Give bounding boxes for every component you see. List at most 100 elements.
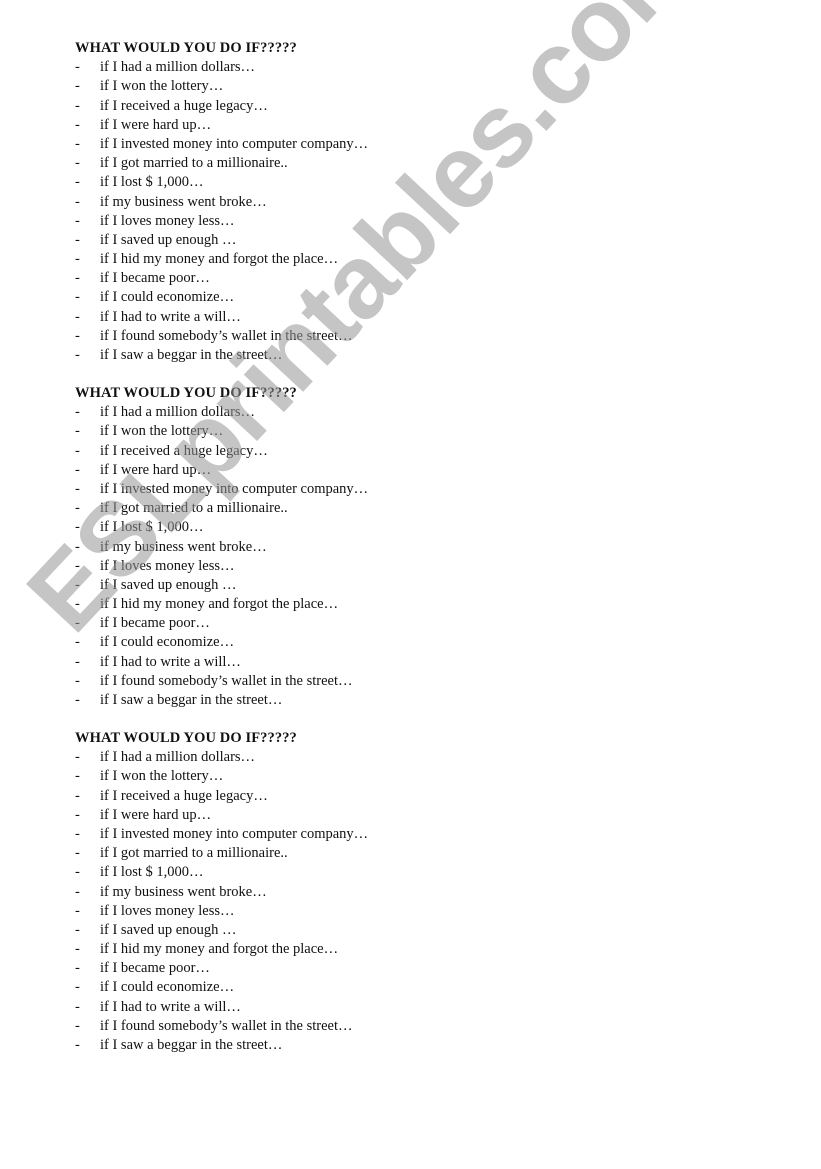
list-item-text: if I invested money into computer compan… xyxy=(100,480,369,497)
list-item-text: if I invested money into computer compan… xyxy=(100,825,369,842)
dash-bullet-icon: - xyxy=(75,347,80,363)
dash-bullet-icon: - xyxy=(75,289,80,306)
list-item-text: if I saved up enough … xyxy=(100,921,237,938)
list-item: - if I lost $ 1,000… xyxy=(75,518,675,537)
list-item-text: if I had to write a will… xyxy=(100,998,241,1015)
list-item: - if I won the lottery… xyxy=(75,767,675,786)
list-item-text: if I had a million dollars… xyxy=(100,404,256,421)
list-item: - if I found somebody’s wallet in the str… xyxy=(75,327,675,346)
list-item: - if my business went broke… xyxy=(75,193,675,212)
dash-bullet-icon: - xyxy=(75,576,80,593)
list-item: - if I had to write a will… xyxy=(75,653,675,672)
list-item-text: if I loves money less… xyxy=(100,902,235,919)
list-item: - if I saw a beggar in the street… xyxy=(75,1036,675,1055)
list-item-text: if I became poor… xyxy=(100,960,210,977)
list-item: - if I could economize… xyxy=(75,633,675,652)
list-item: - if I could economize… xyxy=(75,288,675,307)
list-item-text: if I found somebody’s wallet in the stre… xyxy=(100,1017,353,1034)
list-item-text: if I found somebody’s wallet in the stre… xyxy=(100,672,353,689)
list-item-text: if I got married to a millionaire.. xyxy=(100,845,288,862)
list-item: - if I had to write a will… xyxy=(75,308,675,327)
list-item-text: if I lost $ 1,000… xyxy=(100,864,204,881)
dash-bullet-icon: - xyxy=(75,270,80,287)
list-item-text: if I could economize… xyxy=(100,634,235,651)
section-title: WHAT WOULD YOU DO IF????? xyxy=(75,385,297,401)
list-item: - if I saved up enough … xyxy=(75,231,675,250)
list-item: - if I won the lottery… xyxy=(75,77,675,96)
list-item-text: if I won the lottery… xyxy=(100,768,224,785)
list-item-text: if I found somebody’s wallet in the stre… xyxy=(100,327,353,344)
list-item: - if I got married to a millionaire.. xyxy=(75,844,675,863)
list-item-text: if I were hard up… xyxy=(100,461,212,478)
list-item: - if I saved up enough … xyxy=(75,576,675,595)
list-item: - if I saved up enough … xyxy=(75,921,675,940)
list-item-text: if I could economize… xyxy=(100,289,235,306)
dash-bullet-icon: - xyxy=(75,155,80,172)
list-item-text: if I could economize… xyxy=(100,979,235,996)
list-item: - if I received a huge legacy… xyxy=(75,787,675,806)
list-item-text: if my business went broke… xyxy=(100,883,267,900)
list-item: - if I invested money into computer compa… xyxy=(75,825,675,844)
list-item-text: if my business went broke… xyxy=(100,193,267,210)
list-item: - if I saw a beggar in the street… xyxy=(75,346,675,365)
dash-bullet-icon: - xyxy=(75,135,80,152)
list-item: - if I got married to a millionaire.. xyxy=(75,499,675,518)
list-item: - if I had to write a will… xyxy=(75,998,675,1017)
list-item-text: if my business went broke… xyxy=(100,538,267,555)
list-item: - if I loves money less… xyxy=(75,902,675,921)
list-item: - if I hid my money and forgot the place… xyxy=(75,250,675,269)
dash-bullet-icon: - xyxy=(75,883,80,900)
list-item: - if I found somebody’s wallet in the str… xyxy=(75,1017,675,1036)
dash-bullet-icon: - xyxy=(75,1037,80,1053)
list-item-text: if I saw a beggar in the street… xyxy=(100,1037,283,1053)
dash-bullet-icon: - xyxy=(75,500,80,517)
list-item-text: if I saved up enough … xyxy=(100,576,237,593)
list-item-text: if I received a huge legacy… xyxy=(100,442,268,459)
worksheet-page: WHAT WOULD YOU DO IF????? - if I had a mi… xyxy=(0,0,821,1169)
dash-bullet-icon: - xyxy=(75,308,80,325)
list-item-text: if I loves money less… xyxy=(100,557,235,574)
dash-bullet-icon: - xyxy=(75,749,80,766)
list-item: - if I could economize… xyxy=(75,978,675,997)
list-item-text: if I got married to a millionaire.. xyxy=(100,500,288,517)
list-item-text: if I hid my money and forgot the place… xyxy=(100,941,339,958)
list-item-text: if I received a huge legacy… xyxy=(100,97,268,114)
list-item: - if I loves money less… xyxy=(75,557,675,576)
dash-bullet-icon: - xyxy=(75,692,80,708)
dash-bullet-icon: - xyxy=(75,902,80,919)
list-item-text: if I were hard up… xyxy=(100,806,212,823)
section-title: WHAT WOULD YOU DO IF????? xyxy=(75,40,297,56)
dash-bullet-icon: - xyxy=(75,442,80,459)
list-item: - if I became poor… xyxy=(75,269,675,288)
list-item: - if my business went broke… xyxy=(75,883,675,902)
dash-bullet-icon: - xyxy=(75,653,80,670)
list-item: - if I were hard up… xyxy=(75,116,675,135)
list-item-text: if I were hard up… xyxy=(100,116,212,133)
list-item-text: if I had to write a will… xyxy=(100,308,241,325)
list-item: - if I became poor… xyxy=(75,614,675,633)
dash-bullet-icon: - xyxy=(75,538,80,555)
list-item-text: if I saw a beggar in the street… xyxy=(100,692,283,708)
dash-bullet-icon: - xyxy=(75,423,80,440)
dash-bullet-icon: - xyxy=(75,212,80,229)
dash-bullet-icon: - xyxy=(75,59,80,76)
list-item-text: if I loves money less… xyxy=(100,212,235,229)
list-item: - if my business went broke… xyxy=(75,538,675,557)
dash-bullet-icon: - xyxy=(75,864,80,881)
question-section: WHAT WOULD YOU DO IF????? - if I had a mi… xyxy=(75,39,675,365)
list-item-text: if I won the lottery… xyxy=(100,423,224,440)
dash-bullet-icon: - xyxy=(75,845,80,862)
list-item: - if I lost $ 1,000… xyxy=(75,863,675,882)
question-list: - if I had a million dollars… - if I won th… xyxy=(75,403,675,710)
list-item-text: if I became poor… xyxy=(100,270,210,287)
dash-bullet-icon: - xyxy=(75,519,80,536)
dash-bullet-icon: - xyxy=(75,480,80,497)
dash-bullet-icon: - xyxy=(75,921,80,938)
question-list: - if I had a million dollars… - if I won th… xyxy=(75,58,675,365)
list-item: - if I received a huge legacy… xyxy=(75,442,675,461)
list-item: - if I hid my money and forgot the place… xyxy=(75,595,675,614)
question-section: WHAT WOULD YOU DO IF????? - if I had a mi… xyxy=(75,384,675,710)
dash-bullet-icon: - xyxy=(75,941,80,958)
list-item-text: if I hid my money and forgot the place… xyxy=(100,251,339,268)
dash-bullet-icon: - xyxy=(75,557,80,574)
